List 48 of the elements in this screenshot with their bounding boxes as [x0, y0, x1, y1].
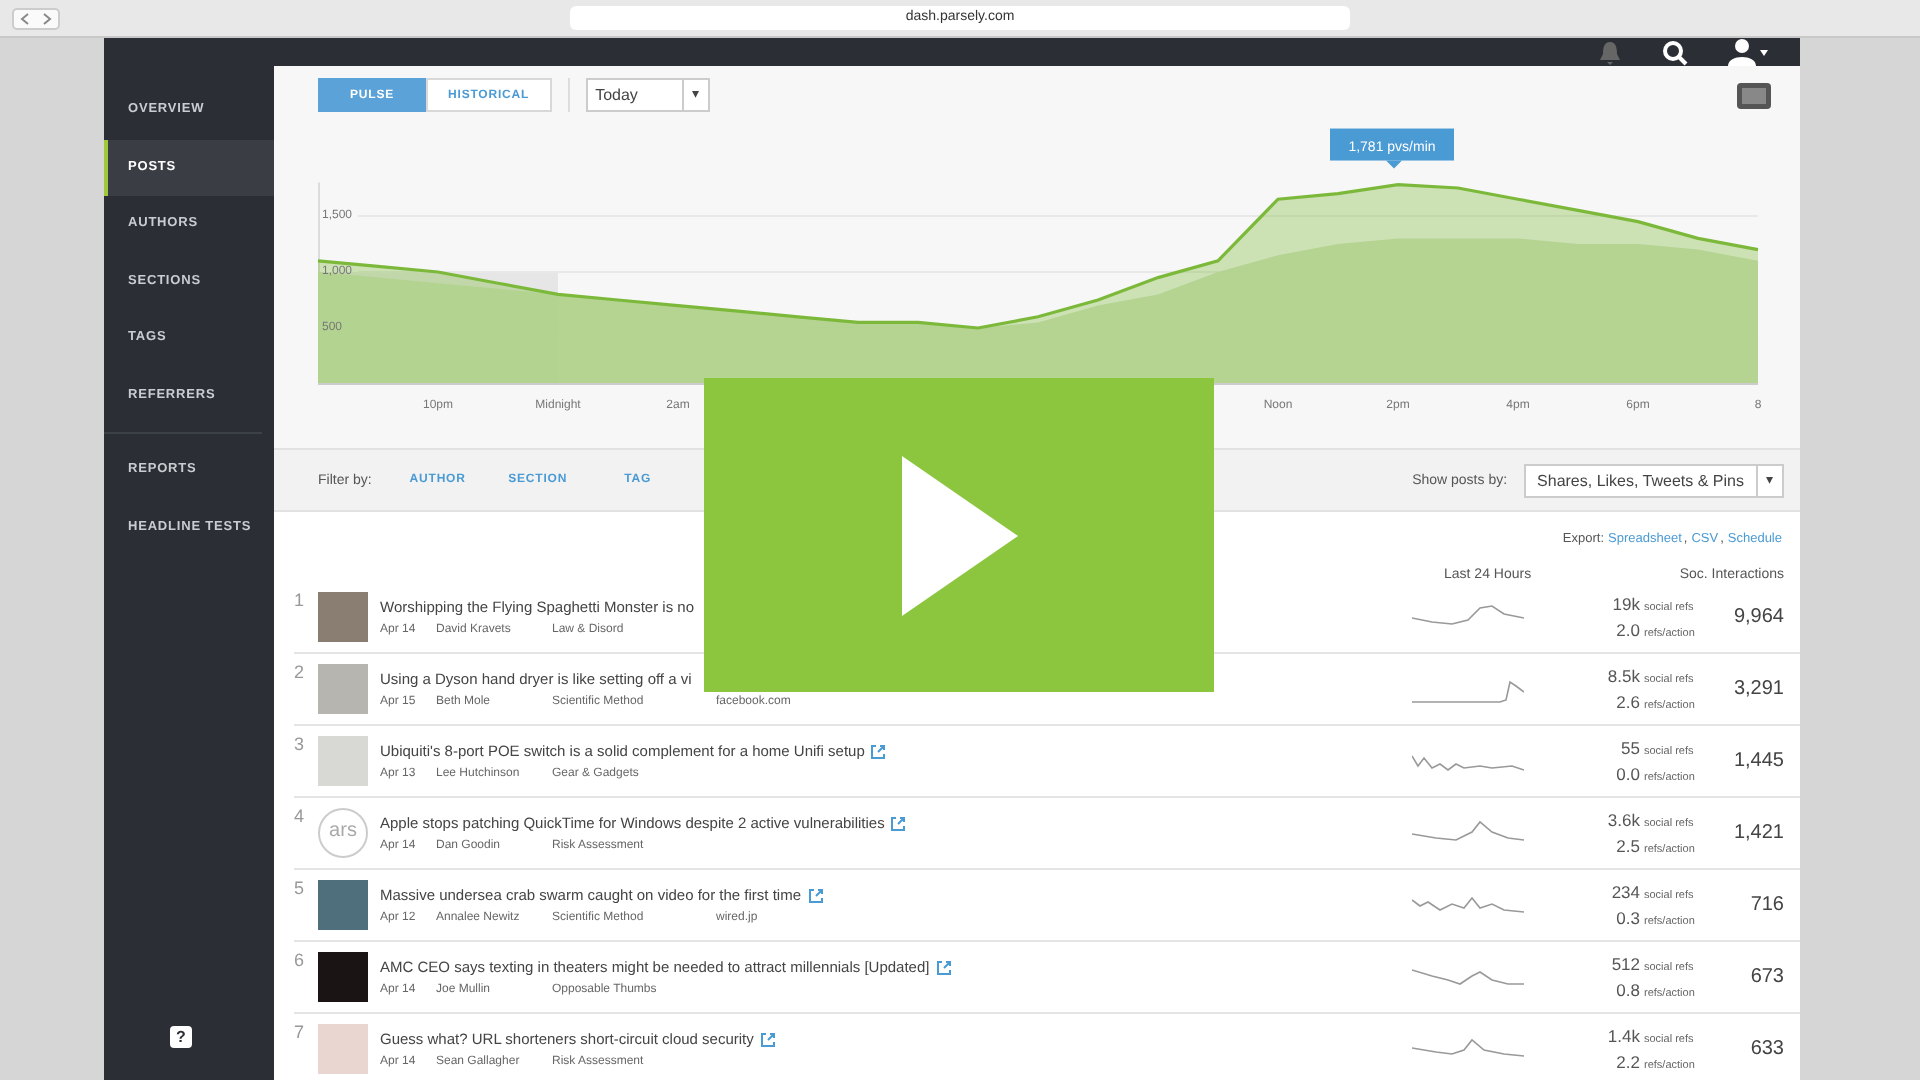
- refs-per-action-value: 2.5: [1616, 836, 1640, 856]
- help-button[interactable]: ?: [170, 1026, 192, 1048]
- refs-per-action-value: 2.0: [1616, 620, 1640, 640]
- refs-per-action-value: 0.3: [1616, 908, 1640, 928]
- social-refs-value: 3.6k: [1607, 810, 1640, 830]
- photo-placeholder: [318, 880, 368, 930]
- user-icon[interactable]: [1728, 38, 1768, 66]
- external-link-icon[interactable]: [890, 815, 907, 831]
- refs-per-action-value: 2.2: [1616, 1052, 1640, 1072]
- interactions-count: 3,291: [1731, 678, 1784, 700]
- interactions-count: 673: [1748, 966, 1784, 988]
- social-refs-value: 512: [1611, 954, 1640, 974]
- refs-per-action-value: 2.6: [1616, 692, 1640, 712]
- interactions-count: 1,445: [1731, 750, 1784, 772]
- rank-number: 1: [294, 590, 307, 610]
- refs-per-action-value: 0.8: [1616, 980, 1640, 1000]
- external-link-icon[interactable]: [935, 959, 952, 975]
- bell-icon[interactable]: [1598, 39, 1622, 65]
- photo-placeholder: [318, 664, 368, 714]
- play-button[interactable]: [704, 378, 1214, 692]
- play-icon: [901, 455, 1017, 615]
- social-refs-value: 234: [1611, 882, 1640, 902]
- external-link-icon[interactable]: [807, 887, 824, 903]
- social-refs-value: 19k: [1612, 594, 1640, 614]
- rank-number: 6: [294, 950, 307, 970]
- photo-placeholder: [318, 1024, 368, 1074]
- back-forward-icon[interactable]: [12, 7, 60, 29]
- photo-placeholder: [318, 736, 368, 786]
- social-refs-value: 55: [1621, 738, 1640, 758]
- fullscreen-icon[interactable]: [1736, 81, 1772, 109]
- interactions-count: 633: [1748, 1038, 1784, 1060]
- external-link-icon[interactable]: [759, 1031, 776, 1047]
- rank-number: 5: [294, 878, 307, 898]
- external-link-icon[interactable]: [870, 743, 887, 759]
- refs-per-action-value: 0.0: [1616, 764, 1640, 784]
- interactions-count: 1,421: [1731, 822, 1784, 844]
- rank-number: 4: [294, 806, 307, 826]
- social-refs-value: 8.5k: [1607, 666, 1640, 686]
- photo-placeholder: [318, 592, 368, 642]
- rank-number: 7: [294, 1022, 307, 1042]
- photo-placeholder: [318, 952, 368, 1002]
- social-refs-value: 1.4k: [1607, 1026, 1640, 1046]
- rank-number: 3: [294, 734, 307, 754]
- interactions-count: 716: [1748, 894, 1784, 916]
- search-icon[interactable]: [1662, 39, 1688, 65]
- interactions-count: 9,964: [1731, 606, 1784, 628]
- rank-number: 2: [294, 662, 307, 682]
- logo-thumbnail: ars: [318, 808, 368, 858]
